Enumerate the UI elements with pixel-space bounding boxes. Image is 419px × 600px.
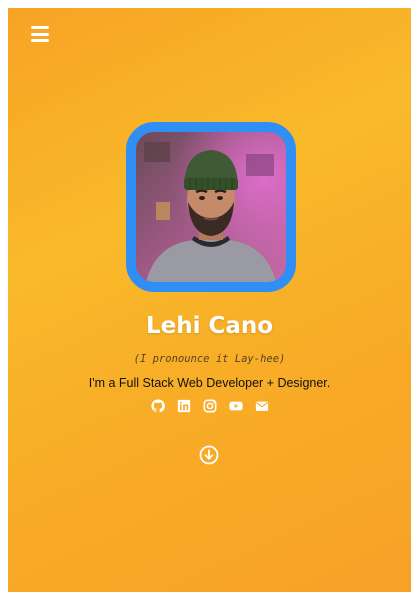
arrow-circle-down-icon[interactable] — [199, 445, 219, 465]
social-links — [8, 399, 411, 413]
github-icon[interactable] — [150, 399, 165, 413]
instagram-icon[interactable] — [203, 399, 217, 413]
avatar — [126, 122, 296, 292]
pronunciation-note: (I pronounce it Lay-hee) — [133, 353, 286, 365]
envelope-icon[interactable] — [255, 399, 269, 413]
avatar-container — [126, 122, 296, 292]
linkedin-icon[interactable] — [177, 399, 191, 413]
avatar-photo — [136, 132, 286, 282]
hero-section: Lehi Cano (I pronounce it Lay-hee) I'm a… — [8, 8, 411, 592]
hamburger-menu-icon[interactable] — [31, 26, 49, 42]
profile-tagline: I'm a Full Stack Web Developer + Designe… — [88, 376, 331, 390]
youtube-icon[interactable] — [228, 399, 243, 413]
profile-name: Lehi Cano — [145, 313, 274, 339]
